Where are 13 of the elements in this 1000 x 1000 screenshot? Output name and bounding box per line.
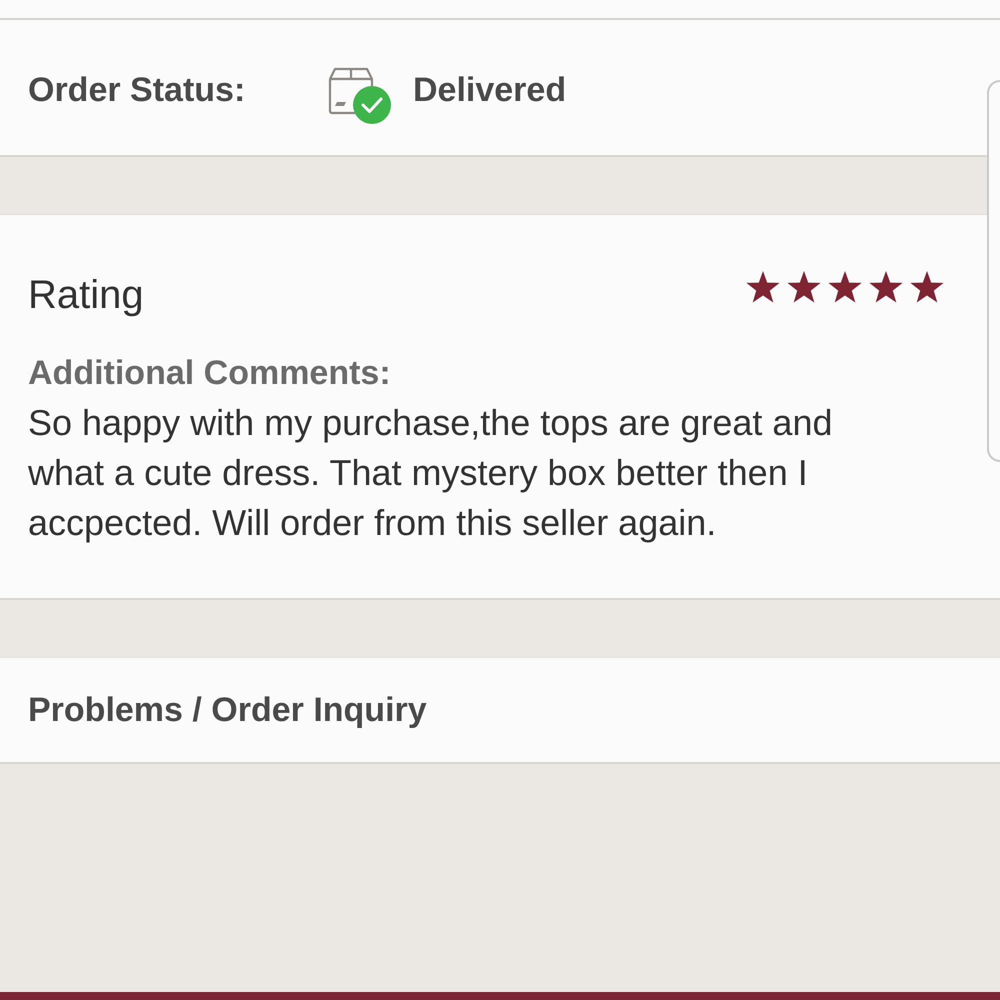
comments-label: Additional Comments:	[28, 353, 392, 393]
star-icon	[909, 270, 945, 304]
order-status-label: Order Status:	[28, 71, 246, 110]
rating-title: Rating	[28, 272, 144, 319]
star-icon	[827, 270, 863, 304]
star-icon	[868, 270, 904, 304]
edge-panel-handle[interactable]	[987, 80, 1000, 462]
star-icon	[786, 270, 822, 304]
order-inquiry-button[interactable]: Problems / Order Inquiry	[0, 657, 1000, 764]
order-status-value: Delivered	[413, 71, 566, 110]
comments-text: So happy with my purchase,the tops are great and what a cute dress. That mystery box better then I accpected. Will order from this seller again.	[28, 401, 834, 545]
star-icon	[745, 270, 781, 304]
delivered-box-check-icon	[326, 66, 392, 124]
